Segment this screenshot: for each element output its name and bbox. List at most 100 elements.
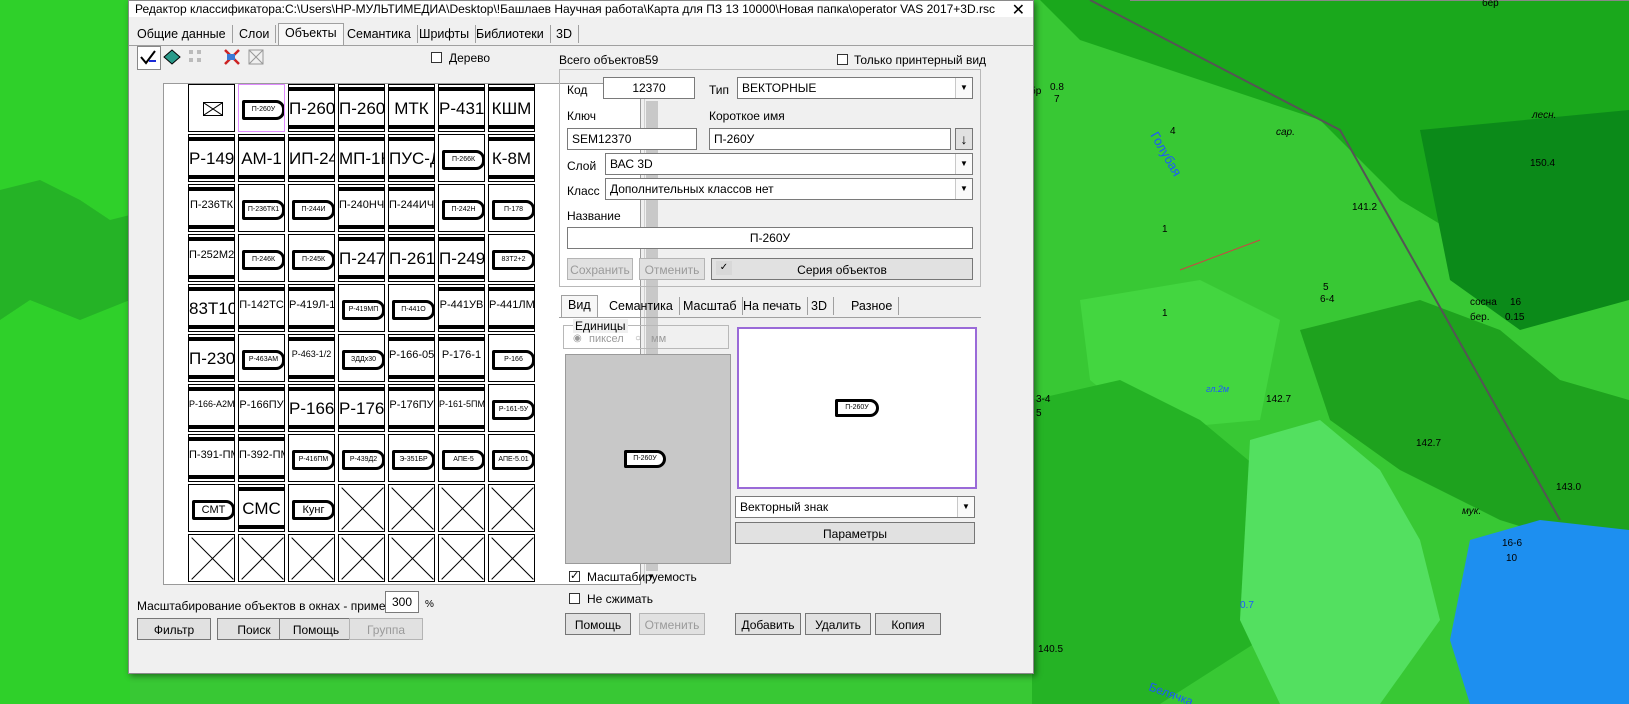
- symbol-cell[interactable]: П-244ИЧ: [388, 184, 435, 232]
- tree-checkbox[interactable]: [431, 52, 442, 63]
- cancel-button-top[interactable]: Отменить: [639, 258, 705, 280]
- filter-button[interactable]: Фильтр: [137, 618, 211, 640]
- symbol-cell[interactable]: Р-419Л-1: [288, 284, 335, 332]
- cancel-button-bottom[interactable]: Отменить: [639, 613, 705, 635]
- save-button[interactable]: Сохранить: [567, 258, 633, 280]
- symbol-cell[interactable]: П-266К: [438, 134, 485, 182]
- symbol-cell[interactable]: П-260У: [238, 84, 285, 132]
- symbol-cell[interactable]: 83Т104: [188, 284, 235, 332]
- symbol-cell[interactable]: П-260Т: [338, 84, 385, 132]
- symbol-cell[interactable]: Р-439Д2: [338, 434, 385, 482]
- empty-symbol-cell[interactable]: [288, 534, 335, 582]
- unit-mm-radio-icon[interactable]: ○: [635, 333, 641, 344]
- class-select[interactable]: Дополнительных классов нет ▼: [605, 178, 973, 200]
- short-name-field[interactable]: П-260У: [709, 128, 951, 150]
- printer-only-checkbox[interactable]: [837, 54, 848, 65]
- unit-px-radio-icon[interactable]: ◉: [573, 333, 582, 344]
- tab-lower-3d[interactable]: 3D: [805, 297, 834, 315]
- empty-symbol-cell[interactable]: [338, 534, 385, 582]
- symbol-cell[interactable]: МП-1НМ: [338, 134, 385, 182]
- symbol-cell[interactable]: П-392-ПМ: [238, 434, 285, 482]
- symbol-cell[interactable]: П-236ТК: [188, 184, 235, 232]
- empty-symbol-cell[interactable]: [338, 484, 385, 532]
- key-field[interactable]: SEM12370: [567, 128, 697, 150]
- symbol-cell[interactable]: Р-441УВ: [438, 284, 485, 332]
- name-field[interactable]: П-260У: [567, 227, 973, 249]
- tab-layers[interactable]: Слои: [233, 25, 277, 43]
- symbol-cell[interactable]: Р-463-1/2: [288, 334, 335, 382]
- symbol-cell[interactable]: АМ-1: [238, 134, 285, 182]
- symbol-cell[interactable]: Р-416ПМ: [288, 434, 335, 482]
- code-field[interactable]: 12370: [603, 77, 695, 99]
- symbol-cell[interactable]: Р-166-А2М: [188, 384, 235, 432]
- tab-fonts[interactable]: Шрифты: [413, 25, 477, 43]
- empty-symbol-cell[interactable]: [188, 534, 235, 582]
- title-bar[interactable]: Редактор классификатора:C:\Users\HP-МУЛЬ…: [129, 0, 1033, 20]
- symbol-cell[interactable]: П-242Н: [438, 184, 485, 232]
- class-dropdown-icon[interactable]: ▼: [955, 179, 972, 199]
- check-tool-icon[interactable]: [137, 46, 161, 70]
- type-dropdown-icon[interactable]: ▼: [955, 78, 972, 98]
- symbol-cell[interactable]: П-261: [388, 234, 435, 282]
- symbol-cell[interactable]: ИП-24М: [288, 134, 335, 182]
- delete-tool-icon[interactable]: [221, 46, 243, 68]
- scale-input[interactable]: 300: [385, 591, 419, 613]
- tab-libraries[interactable]: Библиотеки: [470, 25, 551, 43]
- tab-misc[interactable]: Разное: [845, 297, 900, 315]
- vector-sign-select[interactable]: Векторный знак ▼: [735, 496, 975, 518]
- symbol-cell[interactable]: Р-149: [188, 134, 235, 182]
- params-button[interactable]: Параметры: [735, 522, 975, 544]
- symbol-cell[interactable]: К-8М: [488, 134, 535, 182]
- empty-symbol-cell[interactable]: [488, 534, 535, 582]
- symbol-cell[interactable]: СМТ: [188, 484, 235, 532]
- tab-semantics[interactable]: Семантика: [341, 25, 418, 43]
- grid-tool-icon[interactable]: [185, 46, 207, 68]
- symbol-cell[interactable]: Р-176У: [338, 384, 385, 432]
- move-tool-icon[interactable]: [161, 46, 183, 68]
- symbol-cell[interactable]: П-260С: [288, 84, 335, 132]
- symbol-cell[interactable]: Р-176ПУ: [388, 384, 435, 432]
- symbol-cell[interactable]: 83Т2+2: [488, 234, 535, 282]
- scalable-checkbox[interactable]: [569, 569, 580, 582]
- symbol-cell[interactable]: П-245К: [288, 234, 335, 282]
- empty-symbol-cell[interactable]: [438, 534, 485, 582]
- tab-scale[interactable]: Масштаб: [677, 297, 744, 315]
- vector-sign-dropdown-icon[interactable]: ▼: [957, 497, 974, 517]
- symbol-cell[interactable]: П-236ТК1: [238, 184, 285, 232]
- symbol-cell[interactable]: Р-166-05: [388, 334, 435, 382]
- symbol-cell[interactable]: [188, 84, 235, 132]
- symbol-cell[interactable]: П-246К: [238, 234, 285, 282]
- copy-button[interactable]: Копия: [875, 613, 941, 635]
- symbol-cell[interactable]: П-178: [488, 184, 535, 232]
- symbol-cell[interactable]: П-247К: [338, 234, 385, 282]
- symbol-cell[interactable]: Кунг: [288, 484, 335, 532]
- symbol-cell[interactable]: Р-419МП: [338, 284, 385, 332]
- group-button[interactable]: Группа: [349, 618, 423, 640]
- symbol-cell[interactable]: П-244И: [288, 184, 335, 232]
- symbol-cell[interactable]: Р-176-1: [438, 334, 485, 382]
- symbol-cell[interactable]: Р-161-5ПМ: [438, 384, 485, 432]
- layer-select[interactable]: ВАС 3D ▼: [605, 153, 973, 175]
- symbol-cell[interactable]: П-252М2: [188, 234, 235, 282]
- delete-button[interactable]: Удалить: [805, 613, 871, 635]
- no-compress-checkbox[interactable]: [569, 593, 580, 604]
- tab-print[interactable]: На печать: [737, 297, 809, 315]
- close-icon[interactable]: ✕: [1012, 0, 1025, 20]
- tab-3d[interactable]: 3D: [550, 25, 579, 43]
- symbol-cell[interactable]: П-249К: [438, 234, 485, 282]
- clear-tool-icon[interactable]: [245, 46, 267, 68]
- symbol-cell[interactable]: П-240НЧ: [338, 184, 385, 232]
- symbol-cell[interactable]: П-441О: [388, 284, 435, 332]
- symbol-cell[interactable]: АПЕ-5.01: [488, 434, 535, 482]
- symbol-cell[interactable]: ПУС-Д: [388, 134, 435, 182]
- empty-symbol-cell[interactable]: [238, 534, 285, 582]
- help-button-left[interactable]: Помощь: [279, 618, 353, 640]
- symbol-cell[interactable]: АПЕ-5: [438, 434, 485, 482]
- series-button[interactable]: ✓ Серия объектов: [711, 258, 973, 280]
- symbol-cell[interactable]: ЗДДх30: [338, 334, 385, 382]
- empty-symbol-cell[interactable]: [438, 484, 485, 532]
- empty-symbol-cell[interactable]: [488, 484, 535, 532]
- short-name-down-icon[interactable]: ↓: [955, 128, 973, 150]
- tab-lower-semantics[interactable]: Семантика: [603, 297, 680, 315]
- symbol-cell[interactable]: Р-463АМ: [238, 334, 285, 382]
